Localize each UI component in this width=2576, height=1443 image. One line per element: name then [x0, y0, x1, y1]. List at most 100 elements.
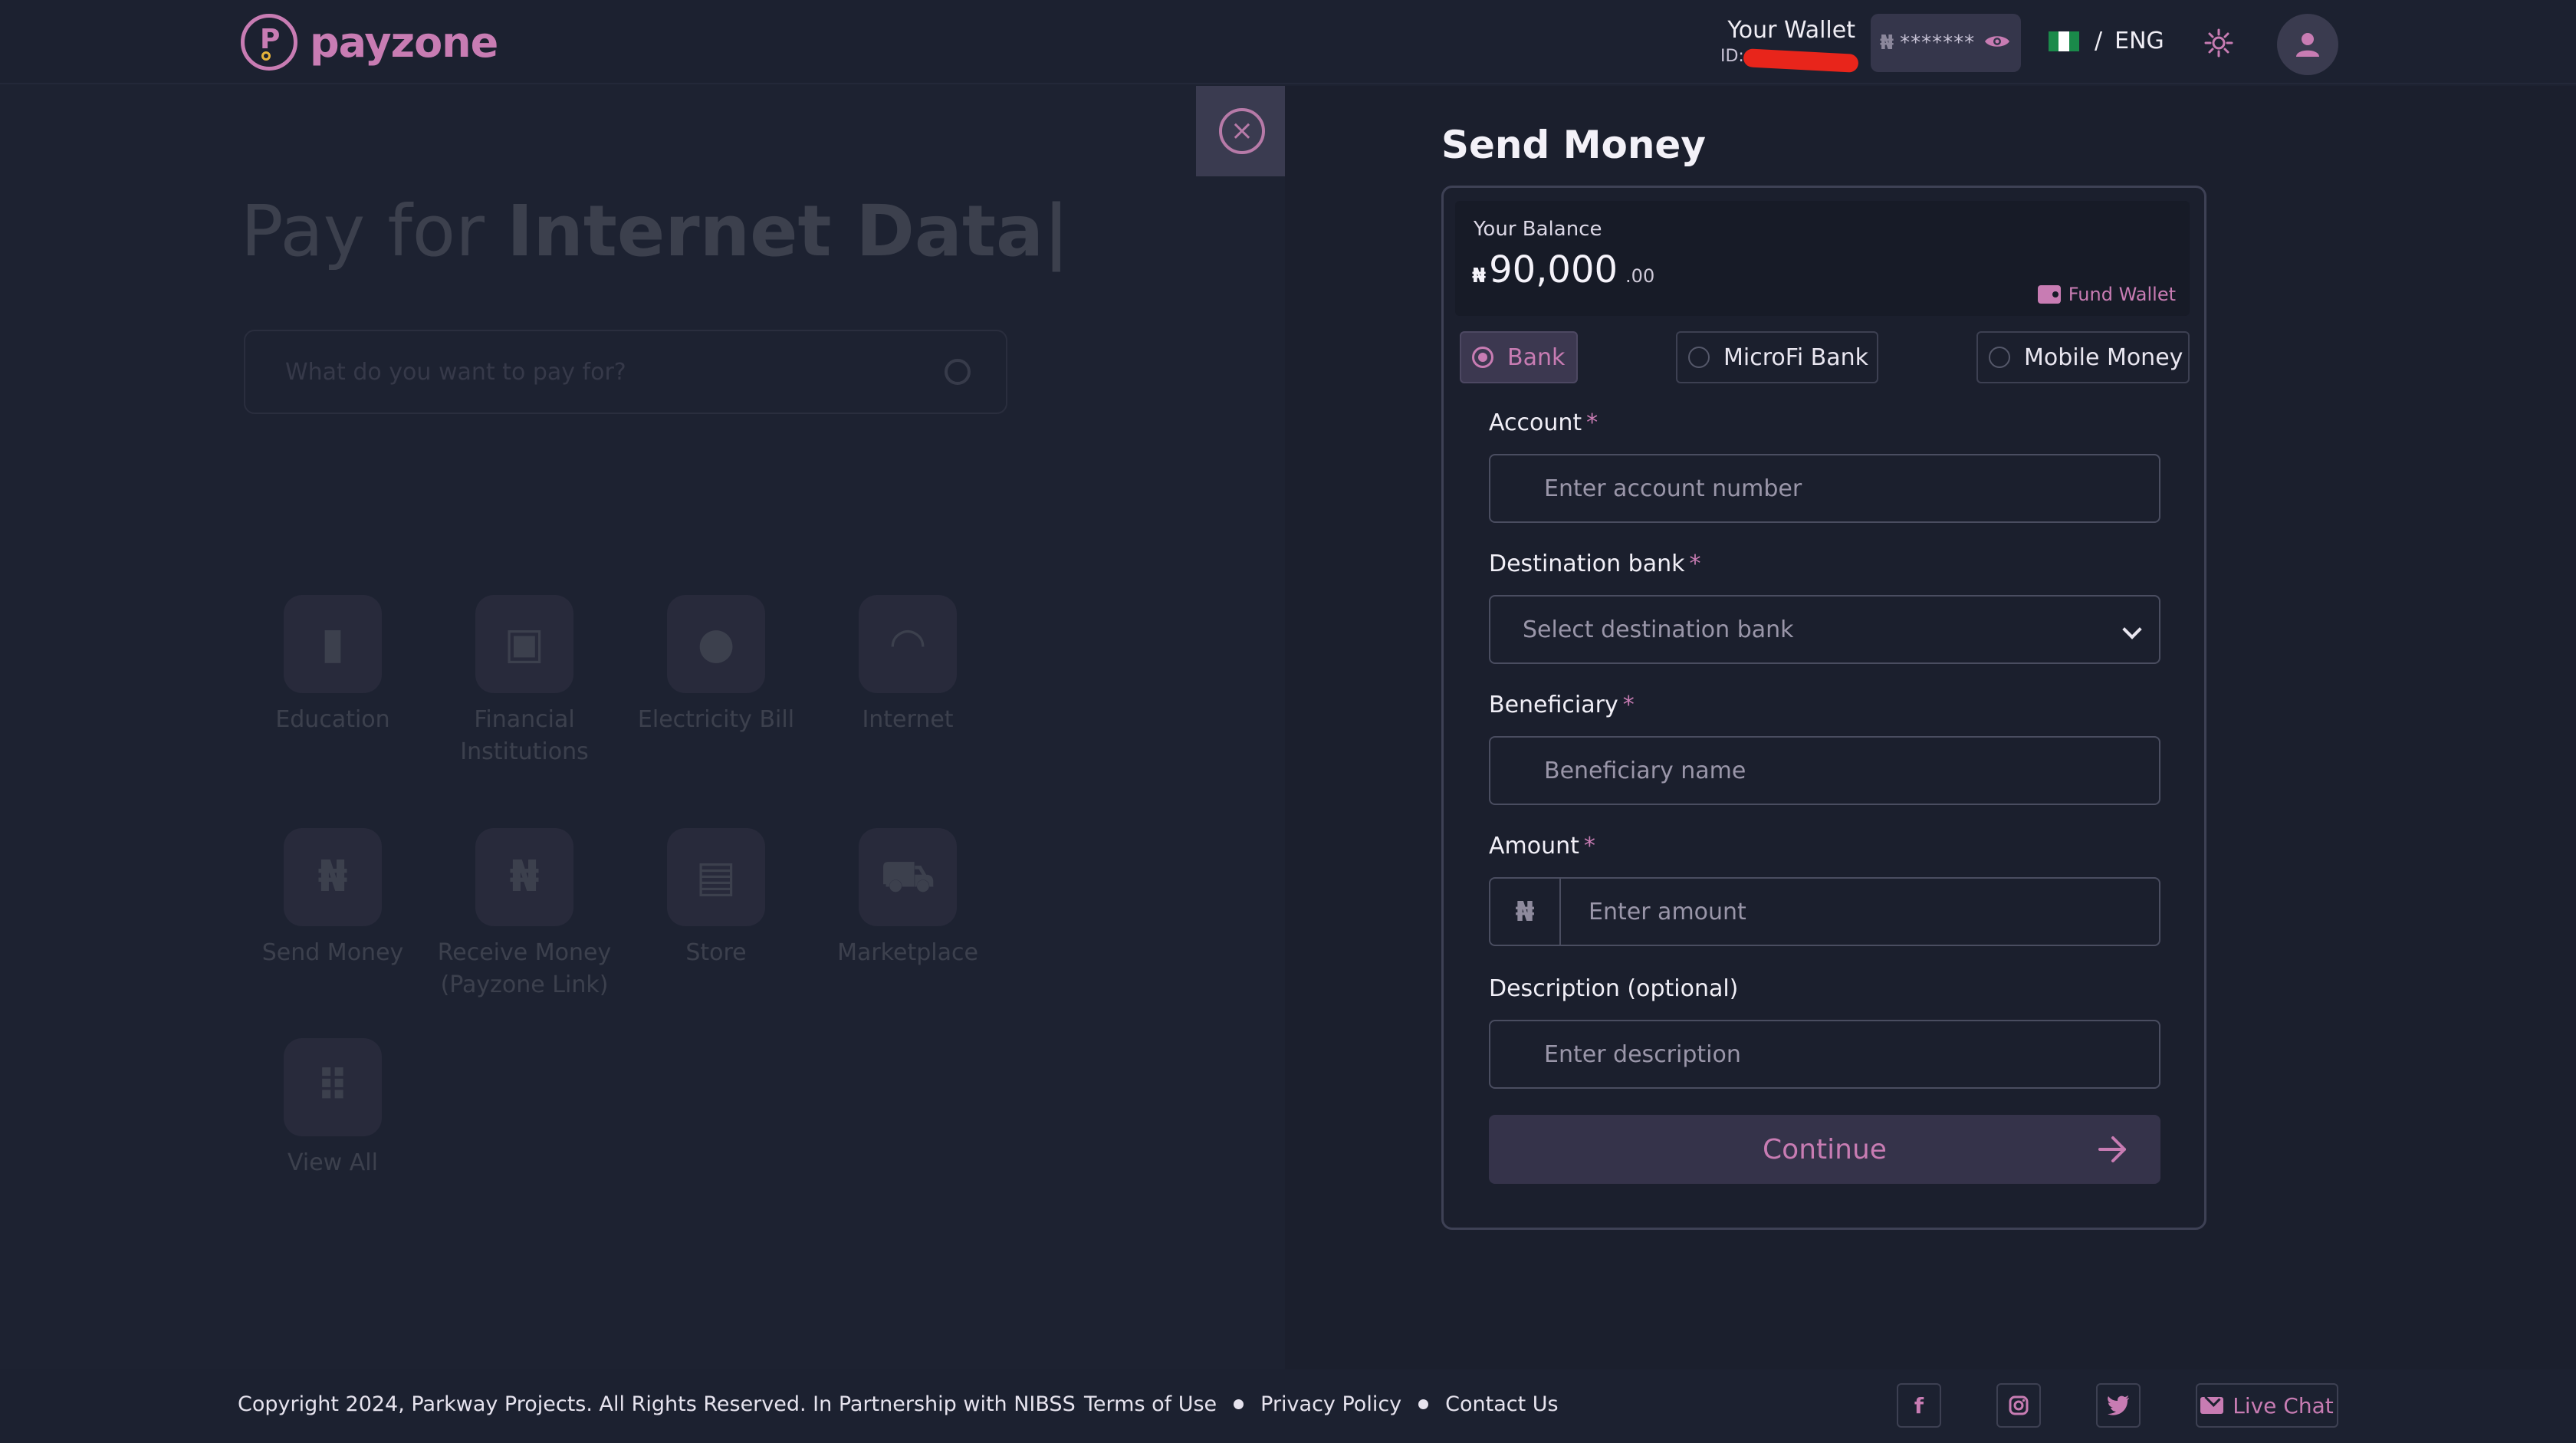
wallet-icon — [2037, 285, 2061, 304]
description-placeholder: Enter description — [1544, 1040, 1741, 1068]
logo-icon: P — [241, 14, 297, 71]
naira-icon: ₦ — [1880, 31, 1894, 54]
amount-placeholder: Enter amount — [1589, 898, 1746, 925]
mail-icon — [2200, 1397, 2224, 1414]
account-label: Account * — [1489, 409, 1598, 436]
service-marketplace: ⛟ Marketplace — [816, 828, 1000, 969]
footer-links: Terms of Use Privacy Policy Contact Us — [1084, 1392, 1559, 1416]
balance-box: Your Balance ₦ 90,000 .00 Fund Wallet — [1455, 201, 2190, 316]
instagram-icon[interactable] — [1996, 1383, 2041, 1428]
naira-send-icon: ₦ — [284, 828, 382, 926]
beneficiary-label-text: Beneficiary — [1489, 692, 1618, 718]
destination-bank-label: Destination bank * — [1489, 551, 1701, 577]
service-label: Receive Money (Payzone Link) — [437, 939, 612, 998]
service-label: Send Money — [261, 939, 404, 966]
fund-wallet-label: Fund Wallet — [2068, 284, 2176, 305]
amount-label: Amount * — [1489, 833, 1595, 860]
contact-link[interactable]: Contact Us — [1445, 1392, 1558, 1416]
wallet-balance-chip[interactable]: ₦ ******* — [1871, 14, 2021, 72]
service-search-placeholder: What do you want to pay for? — [285, 358, 626, 386]
radio-mobile-money[interactable]: Mobile Money — [1976, 331, 2190, 383]
beneficiary-name-input[interactable]: Beneficiary name — [1489, 736, 2160, 805]
top-bar: P payzone Your Wallet ID: ₦ ******* / EN… — [0, 0, 2576, 84]
page: P payzone Your Wallet ID: ₦ ******* / EN… — [0, 0, 2576, 1443]
user-icon — [2296, 33, 2319, 57]
destination-bank-select[interactable]: Select destination bank — [1489, 595, 2160, 664]
amount-label-text: Amount — [1489, 833, 1579, 860]
wallet-info: Your Wallet ID: — [1710, 17, 1859, 73]
service-label: Marketplace — [837, 939, 978, 966]
naira-icon: ₦ — [1472, 265, 1487, 288]
service-search-input: What do you want to pay for? — [244, 330, 1007, 414]
language-selector[interactable]: / ENG — [2049, 28, 2164, 54]
live-chat-label: Live Chat — [2233, 1392, 2334, 1418]
service-label: View All — [288, 1149, 378, 1176]
close-panel-button[interactable]: × — [1196, 86, 1288, 176]
book-icon: ▮ — [284, 595, 382, 693]
naira-receive-icon: ₦ — [475, 828, 573, 926]
service-label: Store — [685, 939, 747, 966]
nigeria-flag-icon — [2049, 31, 2079, 51]
naira-icon: ₦ — [1490, 879, 1561, 945]
account-number-input[interactable]: Enter account number — [1489, 454, 2160, 523]
panel-title: Send Money — [1441, 123, 1706, 167]
privacy-link[interactable]: Privacy Policy — [1260, 1392, 1401, 1416]
arrow-right-icon — [2098, 1135, 2128, 1171]
wallet-title: Your Wallet — [1727, 17, 1855, 44]
logo[interactable]: P payzone — [241, 14, 498, 71]
account-label-text: Account — [1489, 409, 1582, 436]
radio-selected-icon — [1472, 347, 1493, 368]
language-label: ENG — [2114, 28, 2164, 54]
radio-unselected-icon — [1989, 347, 2010, 368]
hero-heading: Pay for Internet Data| — [241, 190, 1070, 272]
facebook-icon[interactable]: f — [1897, 1383, 1941, 1428]
hero-highlight: Internet Data| — [507, 190, 1070, 272]
description-input[interactable]: Enter description — [1489, 1020, 2160, 1089]
fund-wallet-link[interactable]: Fund Wallet — [2037, 284, 2176, 305]
service-store: ▤ Store — [624, 828, 808, 969]
beneficiary-label: Beneficiary * — [1489, 692, 1635, 718]
settings-gear-icon[interactable] — [2203, 28, 2234, 58]
bulb-icon: ● — [667, 595, 765, 693]
destination-bank-label-text: Destination bank — [1489, 551, 1685, 577]
service-internet: ◠ Internet — [816, 595, 1000, 736]
radio-microfi-bank[interactable]: MicroFi Bank — [1676, 331, 1878, 383]
description-label: Description (optional) — [1489, 975, 1739, 1002]
radio-label: Bank — [1507, 343, 1566, 371]
close-icon: × — [1219, 108, 1265, 154]
wallet-id-prefix: ID: — [1720, 47, 1744, 66]
radio-bank[interactable]: Bank — [1460, 331, 1578, 383]
radio-unselected-icon — [1688, 347, 1710, 368]
required-marker: * — [1622, 692, 1635, 718]
amount-input[interactable]: ₦ Enter amount — [1489, 877, 2160, 946]
store-icon: ▤ — [667, 828, 765, 926]
footer: Copyright 2024, Parkway Projects. All Ri… — [0, 1369, 2576, 1443]
required-marker: * — [1586, 409, 1598, 436]
search-icon — [945, 359, 971, 385]
profile-avatar-button[interactable] — [2277, 14, 2338, 75]
service-label: Education — [275, 706, 390, 733]
service-electricity-bill: ● Electricity Bill — [624, 595, 808, 736]
live-chat-button[interactable]: Live Chat — [2196, 1383, 2338, 1428]
service-send-money: ₦ Send Money — [241, 828, 425, 969]
terms-link[interactable]: Terms of Use — [1084, 1392, 1217, 1416]
balance-value: ₦ 90,000 .00 — [1472, 248, 1654, 291]
bullet-separator — [1234, 1399, 1244, 1409]
wifi-icon: ◠ — [859, 595, 957, 693]
eye-icon[interactable] — [1984, 33, 2010, 53]
balance-label: Your Balance — [1474, 218, 1602, 241]
redaction-mark — [1743, 48, 1859, 73]
radio-label: MicroFi Bank — [1723, 343, 1869, 371]
continue-button[interactable]: Continue — [1489, 1115, 2160, 1184]
hero-prefix: Pay for — [241, 190, 508, 272]
beneficiary-placeholder: Beneficiary name — [1544, 757, 1746, 784]
service-label: Internet — [862, 706, 954, 733]
wallet-id: ID: — [1710, 47, 1859, 73]
logo-text: payzone — [310, 18, 498, 67]
radio-label: Mobile Money — [2024, 343, 2183, 371]
service-label: Electricity Bill — [637, 706, 795, 733]
twitter-icon[interactable] — [2096, 1383, 2141, 1428]
copyright-text: Copyright 2024, Parkway Projects. All Ri… — [238, 1392, 1076, 1416]
masked-balance: ******* — [1900, 31, 1976, 54]
language-separator: / — [2095, 28, 2103, 54]
